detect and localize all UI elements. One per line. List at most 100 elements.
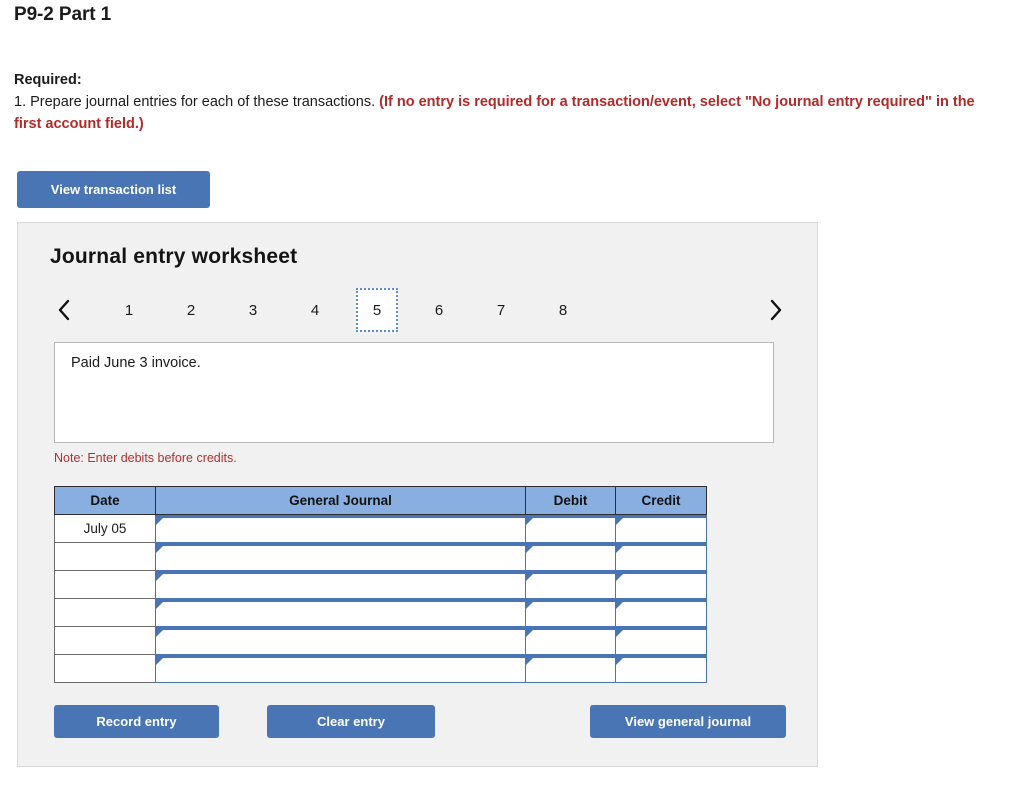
journal-table-row: July 05 (54, 514, 707, 543)
journal-account-field-inner (156, 627, 525, 654)
journal-account-field[interactable] (155, 570, 526, 599)
dropdown-triangle-icon (156, 599, 163, 609)
journal-credit-field-inner (616, 655, 706, 682)
journal-debit-field[interactable] (525, 542, 616, 571)
journal-debit-field[interactable] (525, 654, 616, 683)
worksheet-tab-5[interactable]: 5 (356, 288, 398, 332)
transaction-description: Paid June 3 invoice. (54, 342, 774, 443)
journal-account-field[interactable] (155, 542, 526, 571)
journal-account-field-inner (156, 543, 525, 570)
dropdown-triangle-icon (616, 571, 623, 581)
page-title: P9-2 Part 1 (14, 4, 112, 25)
journal-debit-field-inner (526, 515, 615, 542)
dropdown-triangle-icon (616, 627, 623, 637)
chevron-left-icon[interactable] (50, 294, 78, 326)
worksheet-title: Journal entry worksheet (50, 245, 298, 268)
dropdown-triangle-icon (526, 655, 533, 665)
dropdown-triangle-icon (156, 627, 163, 637)
dropdown-triangle-icon (526, 571, 533, 581)
dropdown-triangle-icon (616, 655, 623, 665)
journal-table-header-row: Date General Journal Debit Credit (54, 486, 707, 515)
journal-credit-field[interactable] (615, 570, 707, 599)
view-general-journal-button[interactable]: View general journal (590, 705, 786, 738)
journal-account-field-inner (156, 571, 525, 598)
dropdown-triangle-icon (526, 627, 533, 637)
dropdown-triangle-icon (156, 571, 163, 581)
journal-debit-field[interactable] (525, 598, 616, 627)
journal-account-field[interactable] (155, 598, 526, 627)
column-header-debit: Debit (525, 486, 616, 515)
journal-debit-field-inner (526, 627, 615, 654)
dropdown-triangle-icon (526, 543, 533, 553)
column-header-general-journal: General Journal (155, 486, 526, 515)
journal-debit-field-inner (526, 655, 615, 682)
required-block: Required: 1. Prepare journal entries for… (14, 69, 1004, 135)
dropdown-triangle-icon (526, 515, 533, 525)
journal-date-cell[interactable]: July 05 (54, 514, 156, 543)
journal-table-head: Date General Journal Debit Credit (54, 486, 707, 515)
dropdown-triangle-icon (156, 655, 163, 665)
column-header-credit: Credit (615, 486, 707, 515)
worksheet-tab-8[interactable]: 8 (542, 288, 584, 332)
journal-credit-field-inner (616, 627, 706, 654)
worksheet-tab-strip: 12345678 (50, 288, 790, 333)
journal-date-cell[interactable] (54, 654, 156, 683)
worksheet-tab-2[interactable]: 2 (170, 288, 212, 332)
journal-credit-field[interactable] (615, 514, 707, 543)
worksheet-tab-list: 12345678 (108, 288, 604, 332)
journal-date-cell[interactable] (54, 626, 156, 655)
view-transaction-list-button[interactable]: View transaction list (17, 171, 210, 208)
column-header-date: Date (54, 486, 156, 515)
journal-entry-table: Date General Journal Debit Credit July 0… (54, 486, 707, 683)
journal-date-cell[interactable] (54, 542, 156, 571)
journal-account-field[interactable] (155, 654, 526, 683)
journal-entry-worksheet-panel: Journal entry worksheet 12345678 Paid Ju… (17, 222, 818, 767)
journal-credit-field[interactable] (615, 626, 707, 655)
journal-account-field-inner (156, 599, 525, 626)
journal-table-body: July 05 (54, 514, 707, 683)
journal-account-field[interactable] (155, 514, 526, 543)
journal-credit-field-inner (616, 571, 706, 598)
journal-table-row (54, 570, 707, 599)
journal-credit-field[interactable] (615, 542, 707, 571)
journal-credit-field-inner (616, 599, 706, 626)
journal-credit-field[interactable] (615, 598, 707, 627)
worksheet-tab-4[interactable]: 4 (294, 288, 336, 332)
journal-date-cell[interactable] (54, 570, 156, 599)
journal-credit-field[interactable] (615, 654, 707, 683)
journal-table-row (54, 542, 707, 571)
dropdown-triangle-icon (616, 599, 623, 609)
dropdown-triangle-icon (156, 543, 163, 553)
dropdown-triangle-icon (616, 515, 623, 525)
dropdown-triangle-icon (156, 515, 163, 525)
required-label: Required: (14, 72, 82, 88)
journal-table-row (54, 654, 707, 683)
debits-before-credits-note: Note: Enter debits before credits. (54, 451, 237, 465)
journal-credit-field-inner (616, 543, 706, 570)
required-instruction: 1. Prepare journal entries for each of t… (14, 91, 1004, 135)
dropdown-triangle-icon (616, 543, 623, 553)
journal-debit-field[interactable] (525, 626, 616, 655)
journal-debit-field-inner (526, 599, 615, 626)
chevron-right-icon[interactable] (762, 294, 790, 326)
journal-account-field-inner (156, 655, 525, 682)
worksheet-tab-3[interactable]: 3 (232, 288, 274, 332)
dropdown-triangle-icon (526, 599, 533, 609)
journal-credit-field-inner (616, 515, 706, 542)
required-instruction-text: 1. Prepare journal entries for each of t… (14, 94, 380, 110)
journal-debit-field-inner (526, 571, 615, 598)
journal-debit-field[interactable] (525, 570, 616, 599)
journal-table-row (54, 626, 707, 655)
journal-debit-field-inner (526, 543, 615, 570)
worksheet-tab-6[interactable]: 6 (418, 288, 460, 332)
clear-entry-button[interactable]: Clear entry (267, 705, 435, 738)
page-root: P9-2 Part 1 Required: 1. Prepare journal… (0, 0, 1024, 797)
record-entry-button[interactable]: Record entry (54, 705, 219, 738)
journal-account-field[interactable] (155, 626, 526, 655)
journal-debit-field[interactable] (525, 514, 616, 543)
journal-date-cell[interactable] (54, 598, 156, 627)
worksheet-tab-7[interactable]: 7 (480, 288, 522, 332)
journal-table-row (54, 598, 707, 627)
worksheet-tab-1[interactable]: 1 (108, 288, 150, 332)
journal-account-field-inner (156, 515, 525, 542)
